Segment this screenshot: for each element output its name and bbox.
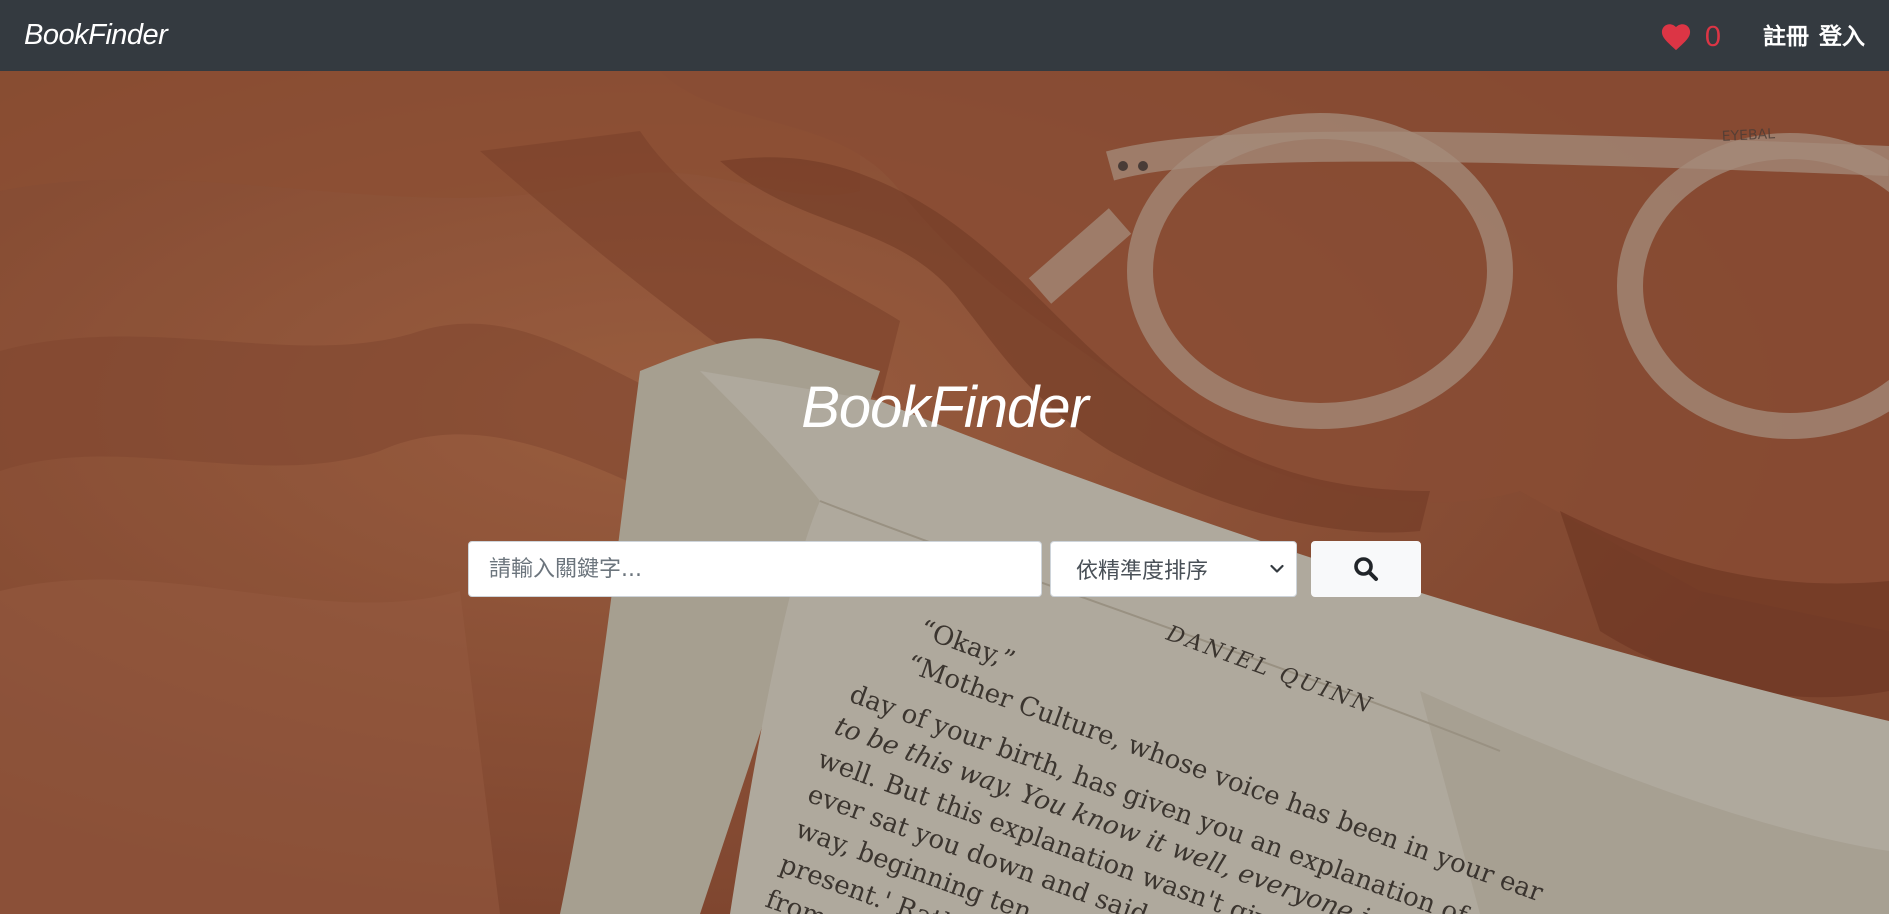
hero-section: “Okay,” DANIEL QUINN “Mother Culture, wh… [0,71,1889,914]
chevron-down-icon [1270,564,1284,573]
hero-title: BookFinder [801,375,1089,440]
favorites-count: 0 [1704,21,1721,53]
brand-logo-link[interactable]: BookFinder [24,19,168,52]
search-button[interactable] [1311,541,1421,597]
favorites-button[interactable]: 0 [1659,17,1721,54]
register-link[interactable]: 註冊 [1763,17,1809,51]
sort-selected-value: 依精準度排序 [1076,559,1209,584]
navbar-right: 0 註冊 登入 [1659,0,1865,71]
heart-icon [1661,24,1690,51]
navbar: BookFinder 0 註冊 登入 [0,0,1889,71]
hero-overlay [0,71,1889,914]
search-icon [1354,557,1378,581]
sort-select[interactable]: 依精準度排序 [1050,541,1297,597]
login-link[interactable]: 登入 [1819,17,1865,51]
search-input[interactable] [468,541,1042,597]
